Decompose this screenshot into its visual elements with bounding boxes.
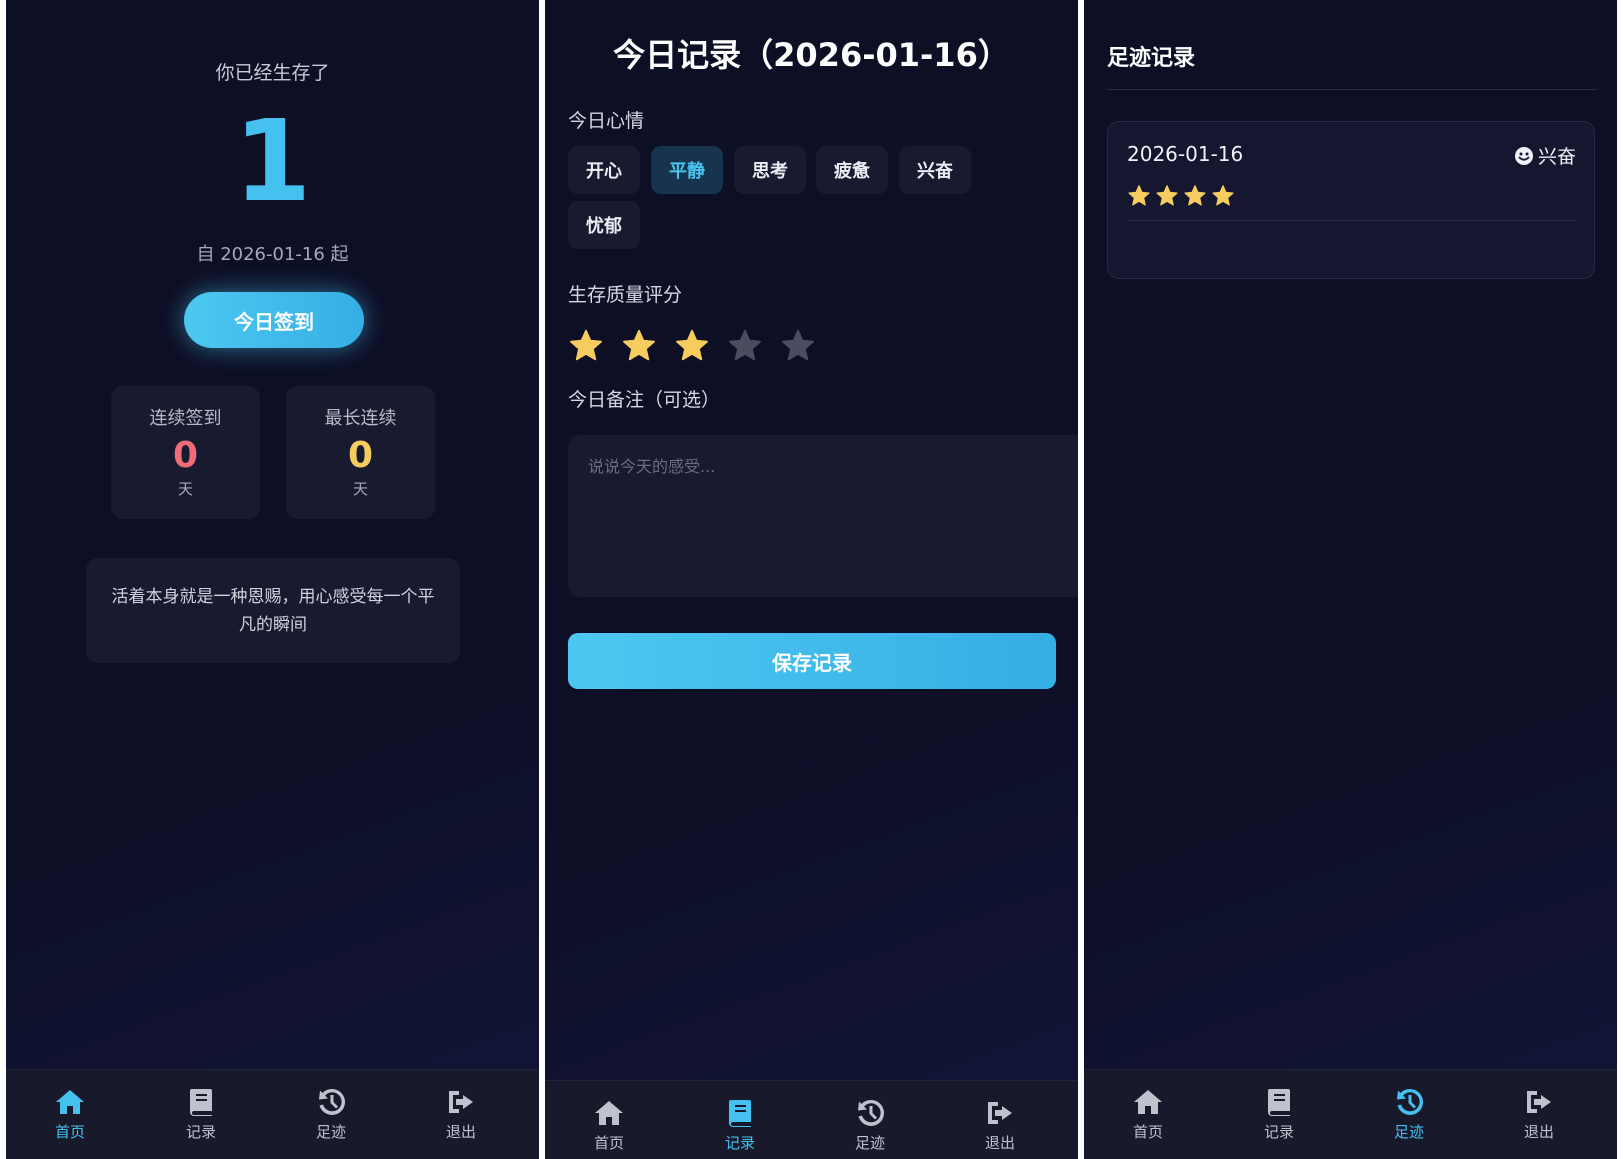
nav-item[interactable]: 首页 bbox=[1108, 1086, 1188, 1142]
mood-chip[interactable]: 忧郁 bbox=[568, 201, 640, 249]
nav-item-label: 首页 bbox=[54, 1123, 85, 1141]
nav-item-label: 记录 bbox=[1263, 1123, 1294, 1141]
streak-title: 连续签到 bbox=[149, 408, 222, 429]
nav-item[interactable]: 足迹 bbox=[830, 1097, 910, 1153]
nav-item[interactable]: 记录 bbox=[1239, 1086, 1319, 1142]
bottom-nav: 首页 记录 足迹 退出 bbox=[1084, 1069, 1617, 1159]
quote-card: 活着本身就是一种恩赐，用心感受每一个平凡的瞬间 bbox=[86, 558, 460, 663]
nav-item[interactable]: 首页 bbox=[569, 1097, 649, 1153]
history-icon bbox=[319, 1088, 346, 1115]
since-date-text: 自 2026-01-16 起 bbox=[196, 244, 349, 265]
book-icon bbox=[1268, 1089, 1290, 1116]
history-title: 足迹记录 bbox=[1107, 46, 1196, 71]
entry-divider bbox=[1127, 220, 1577, 221]
mood-chip[interactable]: 疲惫 bbox=[816, 146, 888, 194]
nav-item[interactable]: 足迹 bbox=[291, 1086, 371, 1142]
note-textarea[interactable] bbox=[568, 435, 1078, 597]
survived-label: 你已经生存了 bbox=[215, 62, 330, 84]
record-screen: 今日记录（2026-01-16） 今日心情 开心 平静 思考 疲惫 兴奋忧郁 生存质量评… bbox=[545, 0, 1078, 1159]
book-icon bbox=[190, 1089, 212, 1116]
streak-value: 0 bbox=[172, 435, 199, 476]
nav-item[interactable]: 记录 bbox=[161, 1086, 241, 1142]
home-icon bbox=[595, 1101, 623, 1125]
nav-item-label: 退出 bbox=[1523, 1123, 1554, 1141]
mood-chip[interactable]: 思考 bbox=[734, 146, 806, 194]
home-icon bbox=[56, 1090, 84, 1114]
longest-streak-unit: 天 bbox=[352, 479, 368, 498]
bottom-nav: 首页 记录 足迹 退出 bbox=[6, 1069, 539, 1159]
streak-unit: 天 bbox=[177, 479, 193, 498]
entry-mood: 兴奋 bbox=[1514, 142, 1576, 169]
survived-days-count: 1 bbox=[233, 97, 312, 227]
nav-item[interactable]: 退出 bbox=[960, 1097, 1040, 1153]
mood-section-label: 今日心情 bbox=[568, 110, 645, 132]
entry-date: 2026-01-16 bbox=[1127, 142, 1244, 166]
nav-item-label: 记录 bbox=[185, 1123, 216, 1141]
nav-item-label: 首页 bbox=[593, 1134, 624, 1152]
logout-icon bbox=[988, 1102, 1012, 1124]
history-screen: 足迹记录 2026-01-16 兴奋 首页 记录 足迹 退出 bbox=[1084, 0, 1617, 1159]
nav-item-label: 足迹 bbox=[315, 1123, 346, 1141]
nav-item[interactable]: 退出 bbox=[1499, 1086, 1579, 1142]
longest-streak-title: 最长连续 bbox=[324, 408, 397, 429]
nav-item-label: 足迹 bbox=[1393, 1123, 1424, 1141]
logout-icon bbox=[1527, 1091, 1551, 1113]
home-screen: 你已经生存了 1 自 2026-01-16 起 今日签到 连续签到 0 天 最长… bbox=[6, 0, 539, 1159]
nav-item[interactable]: 退出 bbox=[421, 1086, 501, 1142]
home-icon bbox=[1134, 1090, 1162, 1114]
quote-text: 活着本身就是一种恩赐，用心感受每一个平凡的瞬间 bbox=[111, 586, 435, 635]
book-icon bbox=[729, 1100, 751, 1127]
nav-item-label: 退出 bbox=[445, 1123, 476, 1141]
smile-icon bbox=[1514, 146, 1533, 165]
checkin-button[interactable]: 今日签到 bbox=[184, 292, 364, 348]
note-section-label: 今日备注（可选） bbox=[568, 389, 721, 411]
streak-card: 连续签到 0 天 bbox=[111, 386, 260, 519]
bottom-nav: 首页 记录 足迹 退出 bbox=[545, 1080, 1078, 1159]
entry-mood-label: 兴奋 bbox=[1537, 146, 1576, 168]
nav-item[interactable]: 记录 bbox=[700, 1097, 780, 1153]
nav-item-label: 记录 bbox=[724, 1134, 755, 1152]
nav-item-label: 首页 bbox=[1132, 1123, 1163, 1141]
mood-chip[interactable]: 开心 bbox=[568, 146, 640, 194]
history-icon bbox=[1397, 1088, 1424, 1115]
record-title: 今日记录（2026-01-16） bbox=[613, 36, 1010, 74]
nav-item[interactable]: 足迹 bbox=[1369, 1086, 1449, 1142]
save-record-button[interactable]: 保存记录 bbox=[568, 633, 1056, 689]
history-entry-card[interactable]: 2026-01-16 兴奋 bbox=[1107, 121, 1595, 279]
mood-chip[interactable]: 兴奋 bbox=[899, 146, 971, 194]
nav-item[interactable]: 首页 bbox=[30, 1086, 110, 1142]
nav-item-label: 退出 bbox=[984, 1134, 1015, 1152]
history-icon bbox=[858, 1099, 885, 1126]
mood-chip[interactable]: 平静 bbox=[651, 146, 723, 194]
logout-icon bbox=[449, 1091, 473, 1113]
rating-section-label: 生存质量评分 bbox=[568, 284, 683, 306]
nav-item-label: 足迹 bbox=[854, 1134, 885, 1152]
title-divider bbox=[1107, 89, 1597, 90]
longest-streak-value: 0 bbox=[347, 435, 374, 476]
longest-streak-card: 最长连续 0 天 bbox=[286, 386, 435, 519]
